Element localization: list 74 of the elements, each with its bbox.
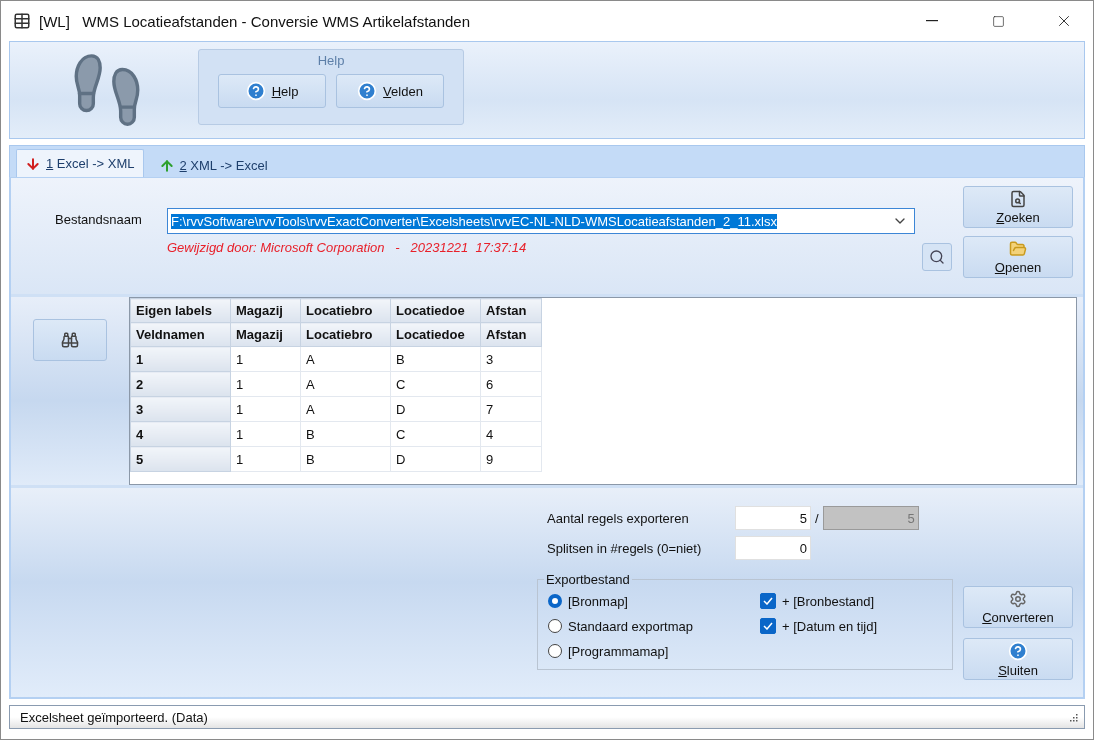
table-cell: C: [390, 421, 481, 447]
header-cell: Locatiedoe: [390, 298, 481, 323]
maximize-icon: [991, 14, 1005, 28]
help-icon: [245, 81, 266, 101]
table-cell: D: [390, 446, 481, 472]
file-action-button[interactable]: Zoeken: [963, 186, 1073, 228]
checkbox-option[interactable]: + [Datum en tijd]: [760, 616, 942, 636]
row-header-cell: 5: [130, 446, 231, 472]
field-label: Splitsen in #regels (0=niet): [547, 540, 703, 556]
lookup-button[interactable]: [33, 319, 107, 361]
header-cell: Afstan: [480, 298, 542, 323]
help-icon: [1008, 640, 1028, 661]
table-cell: B: [390, 346, 481, 372]
header-cell: Eigen labels: [130, 298, 231, 323]
binoculars-icon: [61, 331, 79, 349]
row-header-cell: 1: [130, 346, 231, 372]
action-button[interactable]: Sluiten: [963, 638, 1073, 680]
resize-grip-icon: [1068, 712, 1078, 722]
check-icon: [763, 597, 773, 605]
gear-icon: [1009, 589, 1027, 608]
header-cell: Locatiedoe: [390, 322, 481, 347]
table-cell: A: [300, 371, 391, 397]
table-cell: 1: [230, 421, 301, 447]
action-button[interactable]: Converteren: [963, 586, 1073, 628]
checkbox-option[interactable]: + [Bronbestand]: [760, 591, 942, 611]
header-cell: Magazij: [230, 298, 301, 323]
table-cell: C: [390, 371, 481, 397]
table-cell: 4: [480, 421, 542, 447]
table-cell: 1: [230, 396, 301, 422]
help-button[interactable]: Velden: [336, 74, 444, 108]
header-cell: Locatiebro: [300, 322, 391, 347]
table-cell: 1: [230, 346, 301, 372]
group-title: Help: [317, 53, 345, 68]
row-header-cell: 3: [130, 396, 231, 422]
rows-input[interactable]: 5: [735, 506, 811, 530]
help-button[interactable]: Help: [218, 74, 326, 108]
table-cell: A: [300, 346, 391, 372]
table-cell: 3: [480, 346, 542, 372]
split-input[interactable]: 0: [735, 536, 811, 560]
table-icon: [13, 12, 31, 30]
minimize-icon: [926, 20, 938, 22]
table-cell: 9: [480, 446, 542, 472]
table-cell: 6: [480, 371, 542, 397]
table-cell: 1: [230, 446, 301, 472]
window-title: [WL] WMS Locatieafstanden - Conversie WMS Artikelafstanden: [39, 12, 471, 30]
table-cell: D: [390, 396, 481, 422]
field-label: Aantal regels exporteren: [547, 510, 690, 526]
help-icon: [357, 81, 378, 101]
radio-option[interactable]: [Bronmap]: [548, 591, 760, 611]
radio-option[interactable]: Standaard exportmap: [548, 616, 760, 636]
tab[interactable]: 1 Excel -> XML: [16, 149, 144, 177]
status-text: Excelsheet geïmporteerd. (Data): [20, 709, 208, 725]
table-cell: B: [300, 446, 391, 472]
check-icon: [763, 622, 773, 630]
header-cell: Locatiebro: [300, 298, 391, 323]
radio-option[interactable]: [Programmamap]: [548, 641, 760, 661]
row-header-cell: 2: [130, 371, 231, 397]
preview-button[interactable]: [922, 243, 952, 271]
table-cell: A: [300, 396, 391, 422]
table-cell: 1: [230, 371, 301, 397]
file-combo-field[interactable]: F:\rvvSoftware\rvvTools\rvvExactConverter\Excelsheets\rvvEC-NL-NLD-WMSLocatieafstanden_2_11.xlsx: [167, 208, 915, 234]
table-cell: B: [300, 421, 391, 447]
group-title: Exportbestand: [545, 572, 631, 587]
file-action-button[interactable]: Openen: [963, 236, 1073, 278]
table-cell: 7: [480, 396, 542, 422]
field-label: Bestandsnaam: [55, 212, 143, 229]
separator-text: /: [815, 510, 819, 526]
search-icon: [929, 249, 945, 265]
modified-note: Gewijzigd door: Microsoft Corporation - 20231221 17:37:14: [167, 240, 528, 255]
tab[interactable]: 2 XML -> Excel: [149, 153, 277, 177]
file-search-icon: [1009, 189, 1027, 208]
row-header-cell: 4: [130, 421, 231, 447]
folder-icon: [1009, 239, 1027, 258]
header-cell: Veldnamen: [130, 322, 231, 347]
